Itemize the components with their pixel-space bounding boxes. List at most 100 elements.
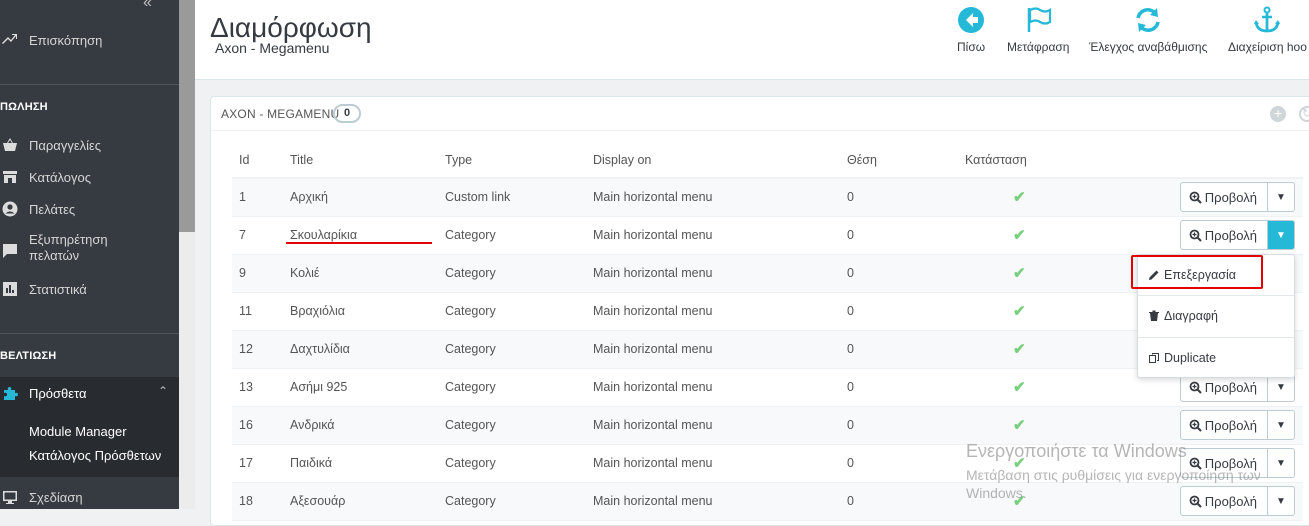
table-row[interactable]: 16 Ανδρικά Category Main horizontal menu 0 ✔ Π… (232, 406, 1303, 445)
sidebar-section-sell: ΠΩΛΗΣΗ (0, 84, 179, 113)
column-header-type[interactable]: Type (438, 142, 586, 179)
cell-display-on: Main horizontal menu (586, 292, 840, 331)
column-header-display-on[interactable]: Display on (586, 142, 840, 179)
zoom-icon (1189, 191, 1202, 204)
cell-type: Category (438, 444, 586, 483)
table-row[interactable]: 1 Αρχική Custom link Main horizontal menu 0 ✔… (232, 178, 1303, 217)
section-label: ΒΕΛΤΙΩΣΗ (0, 350, 57, 362)
view-button[interactable]: Προβολή (1181, 411, 1268, 439)
cell-id: 1 (232, 178, 283, 217)
status-enabled-icon[interactable]: ✔ (958, 292, 1148, 331)
caret-down-icon[interactable]: ▼ (1268, 183, 1294, 211)
sidebar-item-stats[interactable]: Στατιστικά (0, 279, 179, 299)
cell-position: 0 (840, 178, 958, 217)
status-enabled-icon[interactable]: ✔ (958, 254, 1148, 293)
sidebar-item-catalog[interactable]: Κατάλογος (0, 167, 179, 187)
refresh-list-icon[interactable]: ↻ (1299, 106, 1309, 122)
caret-down-icon[interactable]: ▼ (1268, 221, 1294, 249)
title-highlight-underline (286, 242, 432, 244)
status-enabled-icon[interactable]: ✔ (958, 368, 1148, 407)
status-enabled-icon[interactable]: ✔ (958, 178, 1148, 217)
column-header-title[interactable]: Title (283, 142, 438, 179)
status-enabled-icon[interactable]: ✔ (958, 406, 1148, 445)
cell-type: Category (438, 216, 586, 255)
view-button[interactable]: Προβολή (1181, 221, 1268, 249)
view-button[interactable]: Προβολή (1181, 183, 1268, 212)
add-new-icon[interactable]: + (1270, 106, 1286, 122)
view-label: Προβολή (1204, 417, 1257, 433)
cell-title: Ανδρικά (283, 406, 438, 445)
status-enabled-icon[interactable]: ✔ (958, 216, 1148, 255)
sidebar-item-label: Εξυπηρέτηση πελατών (29, 232, 108, 263)
cell-type: Category (438, 368, 586, 407)
duplicate-menu-item[interactable]: Duplicate (1138, 338, 1294, 378)
cell-position: 0 (840, 368, 958, 407)
arrow-left-circle-icon (958, 7, 985, 33)
status-enabled-icon[interactable]: ✔ (958, 330, 1148, 369)
cell-display-on: Main horizontal menu (586, 216, 840, 255)
column-header-id[interactable]: Id (232, 142, 283, 179)
cell-type: Category (438, 292, 586, 331)
sidebar-item-label: Παραγγελίες (29, 137, 102, 153)
sidebar-item-customers[interactable]: Πελάτες (0, 199, 179, 219)
translate-button[interactable]: Μετάφραση (1007, 6, 1069, 54)
sidebar-item-label: Κατάλογος (29, 169, 92, 185)
row-actions: Προβολή ▼ (1179, 182, 1295, 213)
back-button[interactable]: Πίσω (957, 6, 985, 54)
cell-title: Ασήμι 925 (283, 368, 438, 407)
trending-up-icon (1, 31, 19, 49)
sidebar-item-label: Πρόσθετα (29, 385, 87, 401)
sidebar-item-overview[interactable]: Επισκόπηση (0, 30, 179, 50)
column-header-position[interactable]: Θέση (840, 142, 958, 179)
check-update-button[interactable]: Έλεγχος αναβάθμισης (1089, 6, 1207, 54)
sidebar-scrollbar-thumb[interactable] (179, 0, 195, 232)
zoom-icon (1189, 419, 1202, 432)
delete-menu-item[interactable]: Διαγραφή (1138, 296, 1294, 336)
cell-type: Custom link (438, 178, 586, 217)
cell-title: Βραχιόλια (283, 292, 438, 331)
cell-display-on: Main horizontal menu (586, 254, 840, 293)
cell-id: 18 (232, 482, 283, 521)
table-row[interactable]: 7 Σκουλαρίκια Category Main horizontal menu… (232, 216, 1303, 255)
cell-id: 9 (232, 254, 283, 293)
sidebar-item-label: Επισκόπηση (29, 32, 103, 48)
sidebar-section-improve: ΒΕΛΤΙΩΣΗ (0, 333, 179, 362)
sidebar-item-orders[interactable]: Παραγγελίες (0, 135, 179, 155)
sidebar-item-modules[interactable]: Πρόσθετα ⌃ (0, 377, 179, 409)
cell-id: 7 (232, 216, 283, 255)
manage-hooks-button[interactable]: Διαχείριση hoo (1228, 6, 1307, 54)
refresh-icon (1136, 8, 1160, 32)
cell-title: Παιδικά (283, 444, 438, 483)
sidebar-subitem-module-catalog[interactable]: Κατάλογος Πρόσθετων (29, 448, 161, 463)
column-header-actions (1148, 142, 1303, 179)
cell-position: 0 (840, 292, 958, 331)
sidebar-subitem-module-manager[interactable]: Module Manager (29, 424, 127, 439)
bar-chart-icon (1, 280, 19, 298)
panel-header: AXON - MEGAMENU 0 + ↻ (211, 97, 1309, 131)
cell-position: 0 (840, 216, 958, 255)
column-header-status[interactable]: Κατάσταση (958, 142, 1148, 179)
sidebar-item-label: Στατιστικά (29, 281, 87, 297)
cell-display-on: Main horizontal menu (586, 368, 840, 407)
sidebar: « Επισκόπηση ΠΩΛΗΣΗ Παραγγελίες Κατάλογο… (0, 0, 195, 509)
submenu-container (0, 409, 179, 477)
cell-id: 12 (232, 330, 283, 369)
activate-windows-title: Ενεργοποιήστε τα Windows (966, 441, 1187, 461)
sidebar-item-label: Πελάτες (29, 201, 76, 217)
anchor-icon (1254, 6, 1281, 33)
collapse-sidebar-icon[interactable]: « (143, 0, 152, 12)
cell-actions: Προβολή ▼ (1148, 406, 1303, 445)
cell-id: 13 (232, 368, 283, 407)
view-label: Προβολή (1204, 227, 1257, 243)
back-label: Πίσω (957, 40, 986, 54)
sidebar-item-customer-service[interactable]: Εξυπηρέτηση πελατών (0, 232, 179, 266)
caret-down-icon[interactable]: ▼ (1268, 411, 1294, 439)
page-subtitle: Axon - Megamenu (215, 40, 330, 56)
cell-actions: Προβολή ▼ (1148, 178, 1303, 217)
monitor-icon (1, 488, 19, 506)
zoom-icon (1189, 229, 1202, 242)
sidebar-item-design[interactable]: Σχεδίαση (0, 487, 179, 507)
cell-display-on: Main horizontal menu (586, 482, 840, 521)
page-header: Διαμόρφωση Axon - Megamenu Πίσω Μετάφρασ… (195, 0, 1309, 80)
zoom-icon (1189, 381, 1202, 394)
